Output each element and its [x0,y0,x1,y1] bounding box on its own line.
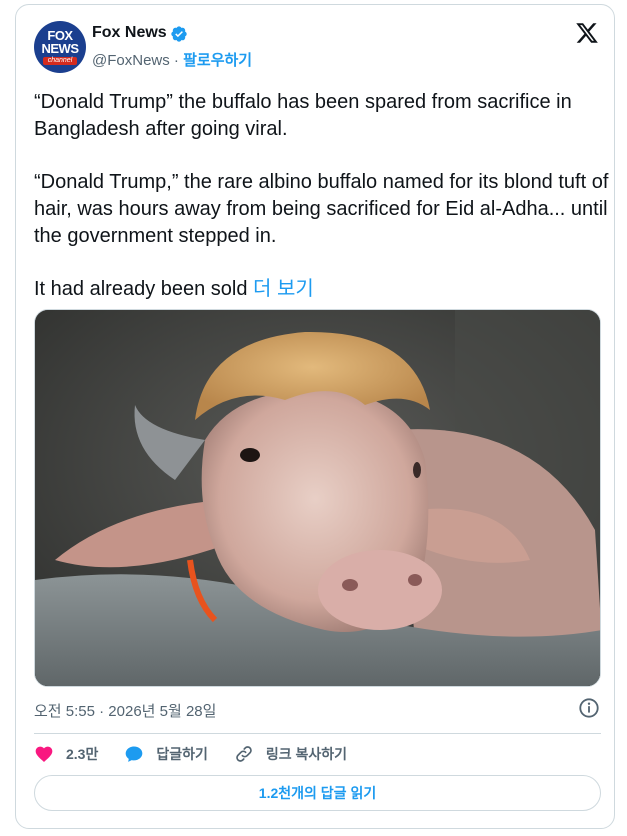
author-name[interactable]: Fox News [92,24,167,42]
channel-tag: channel [43,57,77,65]
tweet-photo[interactable] [34,309,601,687]
tweet-text: “Donald Trump” the buffalo has been spar… [34,89,609,303]
like-count: 2.3만 [66,746,99,762]
author-handle[interactable]: @FoxNews [92,52,170,69]
reply-label: 답글하기 [156,746,208,762]
show-more-link[interactable]: 더 보기 [253,278,314,300]
link-icon [236,746,252,762]
info-icon[interactable] [578,697,600,719]
reply-button[interactable]: 답글하기 [124,744,208,764]
separator: · [169,52,184,69]
action-bar: 2.3만 답글하기 링크 복사하기 [34,741,373,767]
tweet-embed-card: FOX NEWS channel Fox News @FoxNews · 팔로우하… [15,4,615,829]
handle-row: @FoxNews · 팔로우하기 [92,49,252,70]
follow-button[interactable]: 팔로우하기 [183,52,252,69]
tweet-paragraph: “Donald Trump,” the rare albino buffalo … [34,171,609,247]
tweet-paragraph-truncated: It had already been sold 더 보기 [34,276,609,303]
speech-bubble-icon [126,746,143,762]
buffalo-photo [35,310,600,686]
verified-badge-icon [171,26,187,42]
copy-link-label: 링크 복사하기 [265,746,348,762]
tweet-timestamp[interactable]: 오전 5:55 · 2026년 5월 28일 [34,700,216,721]
avatar[interactable]: FOX NEWS channel [34,21,86,73]
divider [34,733,601,734]
like-button[interactable]: 2.3만 [34,744,98,764]
x-logo-icon[interactable] [574,21,600,45]
tweet-paragraph: “Donald Trump” the buffalo has been spar… [34,91,572,140]
read-replies-button[interactable]: 1.2천개의 답글 읽기 [34,775,601,811]
heart-icon [35,746,53,762]
truncated-text: It had already been sold [34,278,254,300]
fox-news-logo: FOX NEWS [41,28,80,56]
copy-link-button[interactable]: 링크 복사하기 [234,744,347,764]
